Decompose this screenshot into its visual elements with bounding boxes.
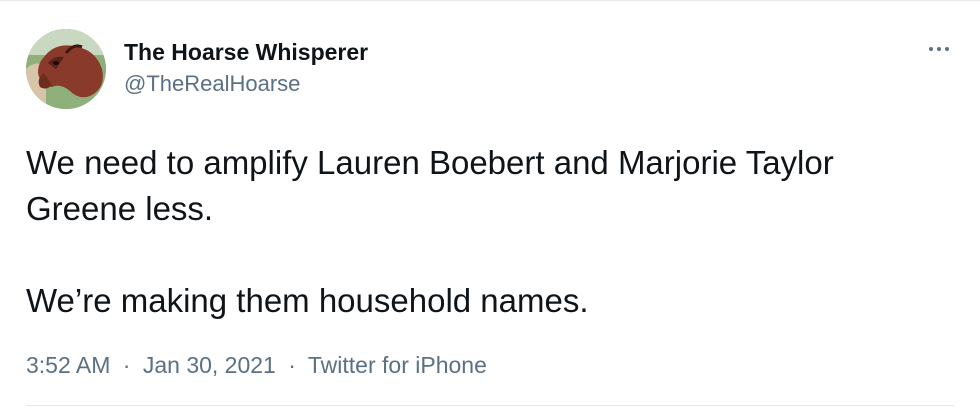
author-display-name[interactable]: The Hoarse Whisperer [124, 38, 368, 66]
tweet-card: The Hoarse Whisperer @TheRealHoarse We n… [0, 0, 980, 413]
meta-separator: · [288, 352, 296, 378]
divider [26, 405, 954, 406]
tweet-time-link[interactable]: 3:52 AM [26, 352, 110, 378]
author-handle[interactable]: @TheRealHoarse [124, 70, 368, 98]
tweet-paragraph: We need to amplify Lauren Boebert and Ma… [26, 144, 834, 227]
more-options-button[interactable] [924, 39, 954, 59]
ellipsis-icon [945, 47, 949, 51]
tweet-source-link[interactable]: Twitter for iPhone [308, 352, 487, 378]
tweet-paragraph: We’re making them household names. [26, 282, 589, 319]
tweet-date-link[interactable]: Jan 30, 2021 [143, 352, 276, 378]
ellipsis-icon [929, 47, 933, 51]
tweet-meta: 3:52 AM · Jan 30, 2021 · Twitter for iPh… [26, 351, 487, 379]
ellipsis-icon [937, 47, 941, 51]
author-block[interactable]: The Hoarse Whisperer @TheRealHoarse [124, 38, 368, 98]
meta-separator: · [122, 352, 131, 378]
author-avatar[interactable] [26, 29, 106, 109]
horse-avatar-icon [26, 29, 106, 109]
tweet-text: We need to amplify Lauren Boebert and Ma… [26, 140, 946, 324]
